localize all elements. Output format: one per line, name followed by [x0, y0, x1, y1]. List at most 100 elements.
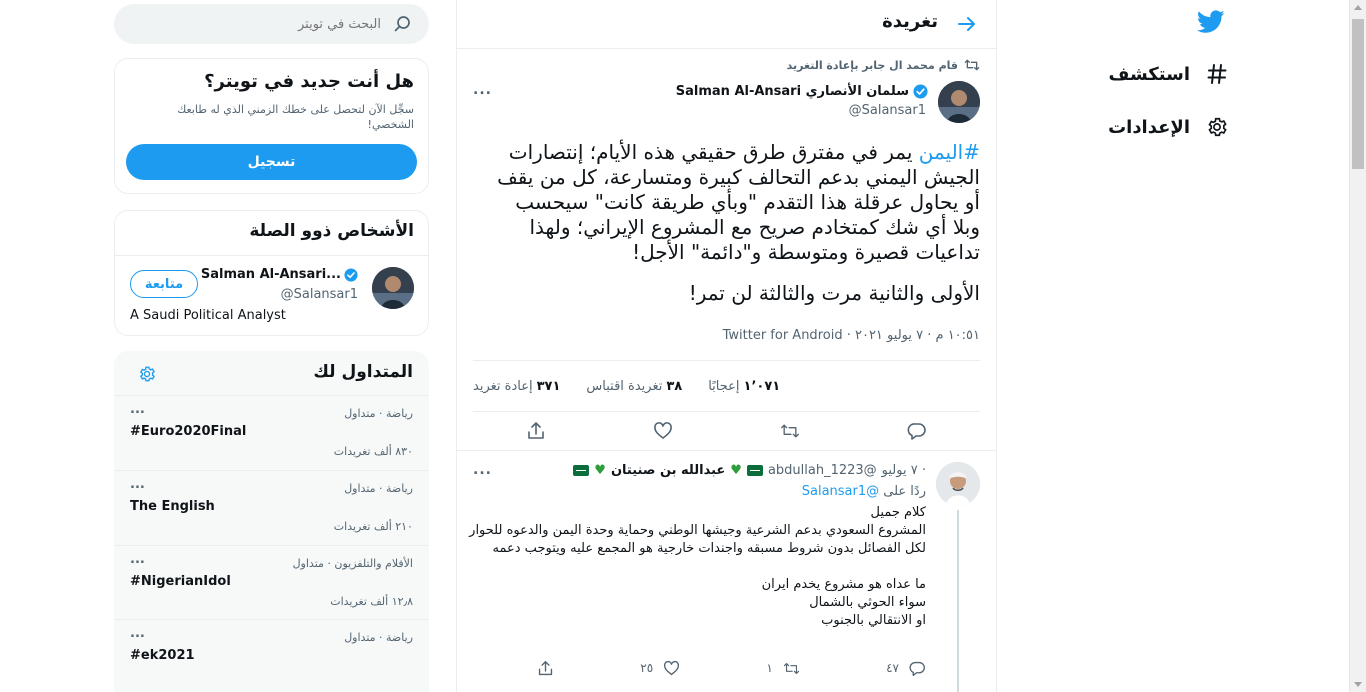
- reply-reply-button[interactable]: ٤٧: [886, 660, 926, 677]
- green-heart-icon: ♥: [594, 463, 606, 478]
- reply-more-options-icon[interactable]: ...: [473, 462, 492, 478]
- tweet-text-1: يمر في مفترق طرق حقيقي هذه الأيام؛ إنتصا…: [497, 140, 980, 264]
- reply-share-button[interactable]: [537, 660, 554, 677]
- nav-settings[interactable]: الإعدادات: [1090, 109, 1230, 145]
- trend-item[interactable]: الأفلام والتلفزيون · متداول ... #Nigeria…: [114, 545, 429, 619]
- scrollbar-thumb[interactable]: [1352, 19, 1364, 169]
- trend-item[interactable]: رياضة · متداول ... #Euro2020Final ٨٣٠ أل…: [114, 395, 429, 469]
- likes-stat[interactable]: ١٬٠٧١إعجابًا: [708, 379, 780, 394]
- hashtag-icon: [1204, 61, 1230, 87]
- twitter-bird-icon[interactable]: [1197, 10, 1225, 34]
- nav-explore-label: استكشف: [1108, 63, 1190, 85]
- author-name-row[interactable]: سلمان الأنصاري Salman Al-Ansari: [676, 84, 928, 99]
- relevant-people-card: الأشخاص ذوو الصلة Salman Al-Ansari... @S…: [114, 210, 429, 336]
- gear-icon: [1204, 114, 1230, 140]
- saudi-flag-icon: [573, 465, 590, 476]
- replying-to-mention[interactable]: @Salansar1: [802, 484, 879, 499]
- trend-more-icon[interactable]: ...: [130, 552, 145, 567]
- quotes-stat[interactable]: ٣٨تغريدة اقتباس: [586, 379, 682, 394]
- trend-item[interactable]: رياضة · متداول ... The English ٢١٠ ألف ت…: [114, 470, 429, 544]
- trend-more-icon[interactable]: ...: [130, 402, 145, 417]
- reply-author-name[interactable]: عبدالله بن صنيتان: [611, 463, 725, 478]
- trend-count: ٨٣٠ ألف تغريدات: [333, 445, 413, 458]
- relevant-bio: A Saudi Political Analyst: [130, 308, 286, 323]
- new-to-twitter-subtitle: سجِّل الآن لتحصل على خطك الزمني الذي له …: [177, 103, 414, 131]
- reply-body: كلام جميل المشروع السعودي بدعم الشرعية و…: [469, 505, 926, 628]
- nav-settings-label: الإعدادات: [1108, 116, 1190, 138]
- reply-author-avatar[interactable]: [936, 462, 980, 506]
- reply-retweet-button[interactable]: ١: [766, 660, 799, 677]
- trends-title: المتداول لك: [313, 362, 413, 382]
- share-icon[interactable]: [526, 421, 546, 441]
- retweeted-by-label[interactable]: قام محمد ال جابر بإعادة التغريد: [787, 59, 958, 72]
- reply-icon: [909, 661, 925, 676]
- relevant-name-row[interactable]: Salman Al-Ansari...: [201, 267, 358, 282]
- relevant-handle[interactable]: @Salansar1: [281, 287, 358, 302]
- tweet-paragraph-1: #اليمن يمر في مفترق طرق حقيقي هذه الأيام…: [490, 140, 980, 265]
- trend-name: #Euro2020Final: [130, 424, 247, 439]
- retweet-icon[interactable]: [780, 421, 800, 441]
- green-heart-icon: ♥: [730, 463, 742, 478]
- divider: [457, 450, 996, 451]
- hashtag-link[interactable]: #اليمن: [919, 140, 980, 164]
- more-options-icon[interactable]: ...: [473, 82, 492, 98]
- page-scrollbar[interactable]: [1349, 0, 1366, 692]
- replying-to: ردًا على @Salansar1: [802, 484, 926, 499]
- trend-category: رياضة · متداول: [344, 407, 413, 420]
- trend-more-icon[interactable]: ...: [130, 477, 145, 492]
- reply-likes-count: ٢٥: [640, 661, 654, 675]
- trend-category: رياضة · متداول: [344, 482, 413, 495]
- author-name: سلمان الأنصاري Salman Al-Ansari: [675, 84, 909, 99]
- trend-category: الأفلام والتلفزيون · متداول: [292, 557, 413, 570]
- quotes-label: تغريدة اقتباس: [586, 378, 663, 394]
- reply-actions: ٤٧ ١ ٢٥: [537, 657, 926, 679]
- reply-like-button[interactable]: ٢٥: [640, 660, 680, 677]
- relevant-avatar[interactable]: [372, 267, 414, 309]
- divider: [115, 255, 428, 256]
- retweets-stat[interactable]: ٣٧١إعادة تغريد: [473, 379, 560, 394]
- tweet-paragraph-2: الأولى والثانية مرت والثالثة لن تمر!: [688, 281, 980, 305]
- verified-badge-icon: [913, 84, 928, 99]
- author-handle[interactable]: @Salansar1: [849, 103, 926, 118]
- page-header: تغريدة: [457, 0, 996, 49]
- tweet-stats: ٣٧١إعادة تغريد ٣٨تغريدة اقتباس ١٬٠٧١إعجا…: [473, 360, 980, 412]
- quotes-count: ٣٨: [666, 378, 683, 394]
- heart-icon: [664, 660, 680, 675]
- reply-retweets-count: ١: [766, 661, 773, 675]
- retweet-context: قام محمد ال جابر بإعادة التغريد: [787, 58, 980, 72]
- scroll-up-icon[interactable]: [1354, 5, 1362, 10]
- share-icon: [538, 660, 553, 675]
- gear-icon[interactable]: [138, 365, 156, 383]
- heart-icon[interactable]: [653, 421, 673, 441]
- trend-category: رياضة · متداول: [344, 631, 413, 644]
- trend-name: The English: [130, 499, 215, 514]
- trend-count: ٢١٠ ألف تغريدات: [333, 520, 413, 533]
- tweet-body: #اليمن يمر في مفترق طرق حقيقي هذه الأيام…: [490, 140, 980, 306]
- likes-count: ١٬٠٧١: [743, 378, 781, 394]
- trend-name: #NigerianIdol: [130, 574, 231, 589]
- search-input[interactable]: [151, 12, 381, 36]
- saudi-flag-icon: [746, 465, 763, 476]
- verified-badge-icon: [344, 267, 358, 282]
- retweets-label: إعادة تغريد: [473, 378, 533, 394]
- reply-icon[interactable]: [907, 421, 927, 441]
- author-avatar[interactable]: [938, 81, 980, 123]
- search-icon: [393, 15, 411, 33]
- retweet-icon: [783, 662, 799, 674]
- tweet-timestamp[interactable]: ١٠:٥١ م · ٧ يوليو ٢٠٢١ · Twitter for And…: [723, 328, 980, 343]
- page-title: تغريدة: [882, 11, 938, 32]
- trend-item[interactable]: رياضة · متداول ... #ek2021: [114, 619, 429, 692]
- reply-author-handle[interactable]: @1223_abdullah: [768, 463, 877, 478]
- reply-date[interactable]: · ٧ يوليو: [882, 463, 926, 478]
- reply-header: ♥ عبدالله بن صنيتان ♥ @1223_abdullah · ٧…: [573, 463, 926, 478]
- retweet-icon: [964, 58, 980, 72]
- trend-more-icon[interactable]: ...: [130, 626, 145, 641]
- signup-button[interactable]: تسجيل: [126, 144, 417, 180]
- reply-replies-count: ٤٧: [886, 661, 899, 675]
- side-navigation: استكشف الإعدادات: [1000, 0, 1232, 692]
- scroll-down-icon[interactable]: [1354, 682, 1362, 687]
- search-box[interactable]: [114, 4, 429, 44]
- nav-explore[interactable]: استكشف: [1090, 56, 1230, 92]
- follow-button[interactable]: متابعة: [130, 270, 198, 298]
- arrow-right-icon[interactable]: [956, 13, 978, 35]
